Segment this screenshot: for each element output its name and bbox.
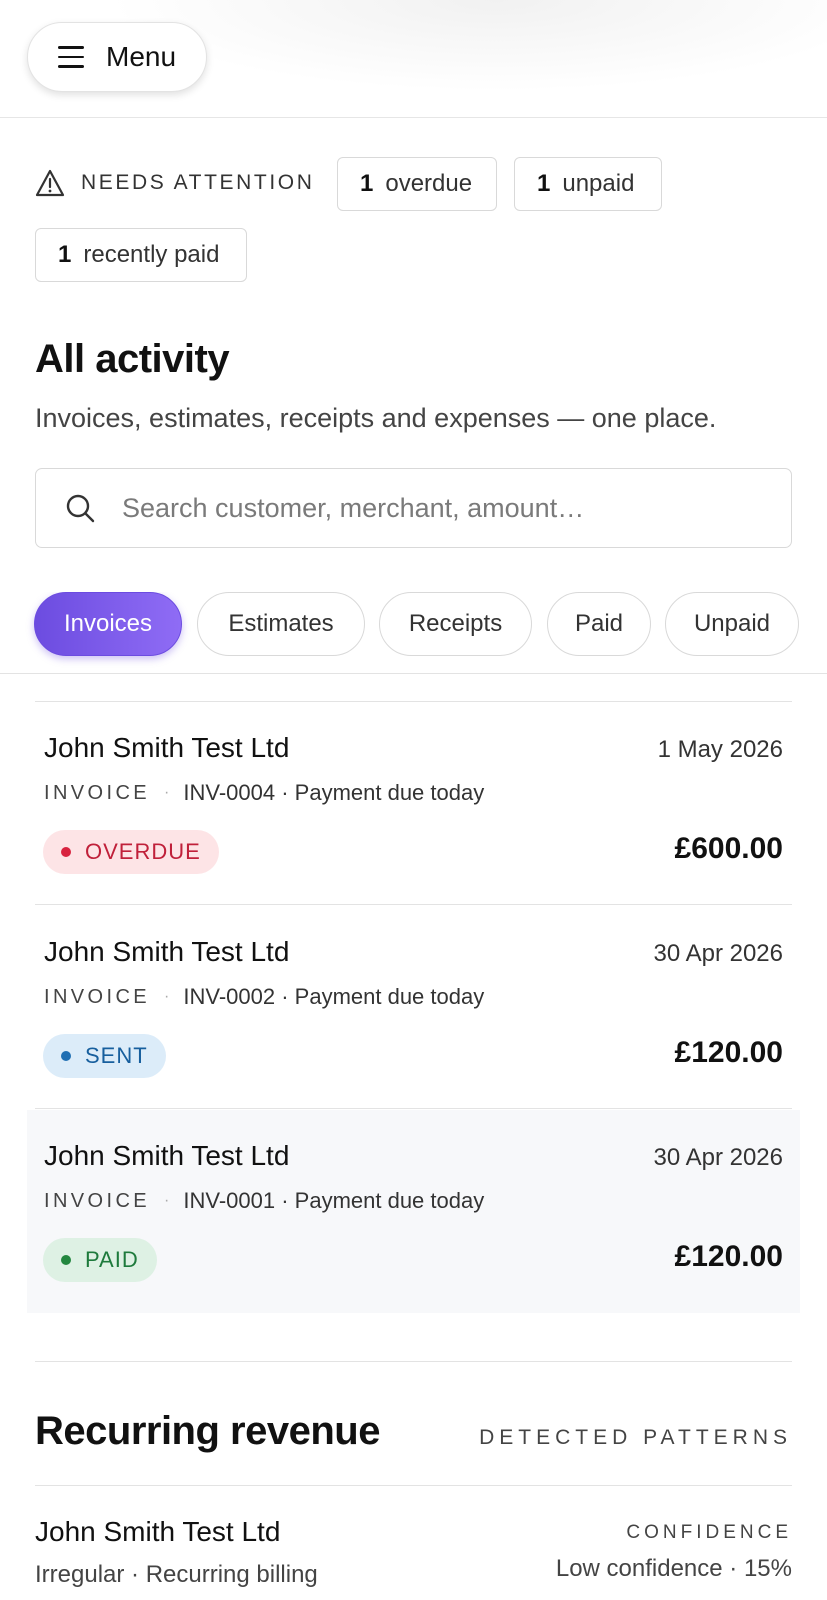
- customer-name: John Smith Test Ltd: [44, 1140, 290, 1171]
- warning-icon: [35, 169, 65, 197]
- customer-name: John Smith Test Ltd: [44, 732, 290, 763]
- status-label: PAID: [85, 1247, 139, 1272]
- top-bar: Menu: [0, 0, 827, 118]
- doc-type: INVOICE: [44, 781, 151, 804]
- chip-unpaid[interactable]: 1 unpaid: [514, 157, 662, 211]
- doc-type: INVOICE: [44, 1189, 151, 1212]
- chip-recently-paid[interactable]: 1 recently paid: [35, 228, 247, 282]
- chip-overdue[interactable]: 1 overdue: [337, 157, 497, 211]
- customer-name: John Smith Test Ltd: [44, 936, 290, 967]
- status-dot-icon: [61, 1255, 71, 1265]
- needs-attention-heading: NEEDS ATTENTION: [35, 169, 314, 197]
- status-dot-icon: [61, 1051, 71, 1061]
- activity-row[interactable]: John Smith Test Ltd 30 Apr 2026 INVOICE …: [27, 1110, 800, 1313]
- page-title: All activity: [35, 337, 230, 381]
- row-amount: £600.00: [674, 832, 783, 865]
- chip-count: 1: [537, 170, 551, 197]
- row-amount: £120.00: [674, 1240, 783, 1273]
- row-date: 30 Apr 2026: [653, 940, 783, 967]
- doc-reference: INV-0002 · Payment due today: [183, 984, 485, 1009]
- menu-label: Menu: [106, 41, 177, 72]
- doc-reference: INV-0001 · Payment due today: [183, 1188, 485, 1213]
- filter-paid[interactable]: Paid: [547, 592, 651, 656]
- status-label: SENT: [85, 1043, 148, 1068]
- separator-dot: ·: [164, 988, 170, 1005]
- filter-receipts[interactable]: Receipts: [379, 592, 532, 656]
- chip-label: unpaid: [562, 170, 635, 197]
- search-box[interactable]: [35, 468, 792, 548]
- doc-reference: INV-0004 · Payment due today: [183, 780, 485, 805]
- status-badge: PAID: [43, 1238, 157, 1282]
- recurring-description: Irregular · Recurring billing: [35, 1561, 318, 1588]
- row-meta: INVOICE · INV-0004 · Payment due today: [44, 780, 484, 806]
- row-date: 30 Apr 2026: [653, 1144, 783, 1171]
- chip-label: recently paid: [83, 241, 220, 268]
- confidence-value: Low confidence · 15%: [555, 1555, 792, 1582]
- activity-row[interactable]: John Smith Test Ltd 30 Apr 2026 INVOICE …: [35, 906, 792, 1109]
- status-badge: SENT: [43, 1034, 166, 1078]
- filter-invoices[interactable]: Invoices: [34, 592, 182, 656]
- filter-estimates[interactable]: Estimates: [197, 592, 365, 656]
- search-input[interactable]: [122, 492, 742, 524]
- page-subtitle: Invoices, estimates, receipts and expens…: [35, 403, 717, 433]
- menu-button[interactable]: Menu: [27, 22, 207, 92]
- section-divider: [35, 1485, 792, 1486]
- filter-tabs: Invoices Estimates Receipts Paid Unpaid: [0, 592, 827, 674]
- confidence-label: CONFIDENCE: [626, 1522, 792, 1543]
- status-dot-icon: [61, 847, 71, 857]
- status-badge: OVERDUE: [43, 830, 219, 874]
- row-amount: £120.00: [674, 1036, 783, 1069]
- section-divider: [35, 1361, 792, 1362]
- activity-row[interactable]: John Smith Test Ltd 1 May 2026 INVOICE ·…: [35, 702, 792, 905]
- row-meta: INVOICE · INV-0001 · Payment due today: [44, 1188, 484, 1214]
- chip-count: 1: [360, 170, 374, 197]
- chip-count: 1: [58, 241, 72, 268]
- status-label: OVERDUE: [85, 839, 201, 864]
- recurring-revenue-title: Recurring revenue: [35, 1409, 380, 1453]
- filter-unpaid[interactable]: Unpaid: [665, 592, 799, 656]
- needs-attention-label: NEEDS ATTENTION: [81, 171, 315, 194]
- row-meta: INVOICE · INV-0002 · Payment due today: [44, 984, 484, 1010]
- chip-label: overdue: [385, 170, 473, 197]
- detected-patterns-tag: DETECTED PATTERNS: [479, 1426, 792, 1449]
- search-icon: [66, 494, 95, 523]
- recurring-customer-name: John Smith Test Ltd: [35, 1516, 281, 1547]
- separator-dot: ·: [164, 1192, 170, 1209]
- row-date: 1 May 2026: [657, 736, 783, 763]
- doc-type: INVOICE: [44, 985, 151, 1008]
- separator-dot: ·: [164, 784, 170, 801]
- hamburger-icon: [58, 46, 84, 68]
